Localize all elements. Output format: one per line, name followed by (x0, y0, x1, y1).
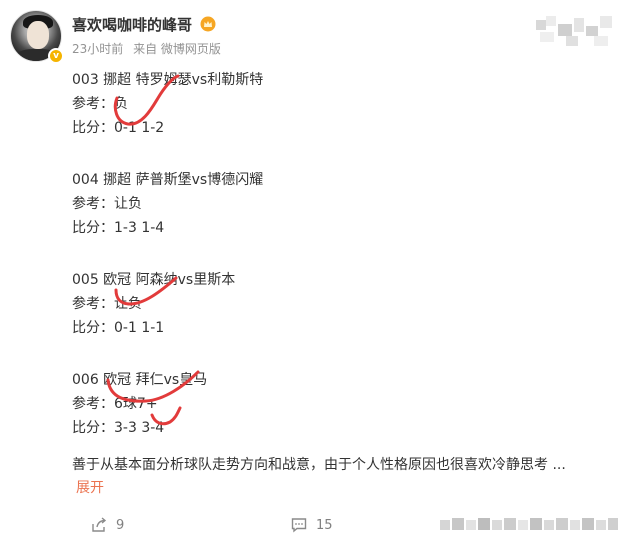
match-title: 003 挪超 特罗姆瑟vs利勒斯特 (72, 72, 264, 88)
match-block: 004 挪超 萨普斯堡vs博德闪耀 参考：让负 比分：1-3 1-4 (72, 168, 612, 240)
comment-icon (291, 518, 307, 533)
match-reference: 参考：6球7+ (72, 396, 158, 412)
share-count: 9 (116, 517, 125, 533)
post-header: v 喜欢喝咖啡的峰哥 23小时前 来自 微博网页版 (10, 10, 614, 66)
username[interactable]: 喜欢喝咖啡的峰哥 (72, 14, 216, 35)
post-actions: 9 15 (0, 508, 624, 540)
verified-badge-icon: v (48, 48, 64, 64)
match-title: 004 挪超 萨普斯堡vs博德闪耀 (72, 172, 264, 188)
match-reference: 参考：负 (72, 96, 128, 112)
post-time[interactable]: 23小时前 (72, 42, 123, 56)
crown-icon (200, 16, 216, 32)
match-title: 006 欧冠 拜仁vs皇马 (72, 372, 208, 388)
post-source: 来自 微博网页版 (133, 42, 221, 56)
avatar-face (27, 21, 49, 49)
post-meta: 23小时前 来自 微博网页版 (72, 40, 227, 57)
match-block: 005 欧冠 阿森纳vs里斯本 参考：让负 比分：0-1 1-1 (72, 268, 612, 340)
comment-count: 15 (316, 517, 333, 533)
expand-link[interactable]: 展开 (76, 477, 104, 497)
match-block: 006 欧冠 拜仁vs皇马 参考：6球7+ 比分：3-3 3-4 (72, 368, 612, 440)
match-reference: 参考：让负 (72, 296, 142, 312)
username-text[interactable]: 喜欢喝咖啡的峰哥 (72, 16, 192, 34)
blurred-follow-area (536, 16, 612, 46)
blurred-like-area (440, 518, 618, 530)
share-button[interactable]: 9 (90, 516, 124, 534)
comment-button[interactable]: 15 (290, 516, 333, 534)
match-score: 比分：3-3 3-4 (72, 420, 165, 436)
weibo-post: v 喜欢喝咖啡的峰哥 23小时前 来自 微博网页版 003 挪超 特罗姆瑟vs利… (0, 0, 624, 540)
match-title: 005 欧冠 阿森纳vs里斯本 (72, 272, 236, 288)
match-score: 比分：1-3 1-4 (72, 220, 165, 236)
share-icon (92, 517, 107, 532)
match-score: 比分：0-1 1-2 (72, 120, 165, 136)
post-content: 003 挪超 特罗姆瑟vs利勒斯特 参考：负 比分：0-1 1-2 004 挪超… (72, 68, 612, 468)
match-score: 比分：0-1 1-1 (72, 320, 165, 336)
match-reference: 参考：让负 (72, 196, 142, 212)
match-block: 003 挪超 特罗姆瑟vs利勒斯特 参考：负 比分：0-1 1-2 (72, 68, 612, 140)
post-summary: 善于从基本面分析球队走势方向和战意，由于个人性格原因也很喜欢冷静思考 ... (72, 457, 566, 473)
